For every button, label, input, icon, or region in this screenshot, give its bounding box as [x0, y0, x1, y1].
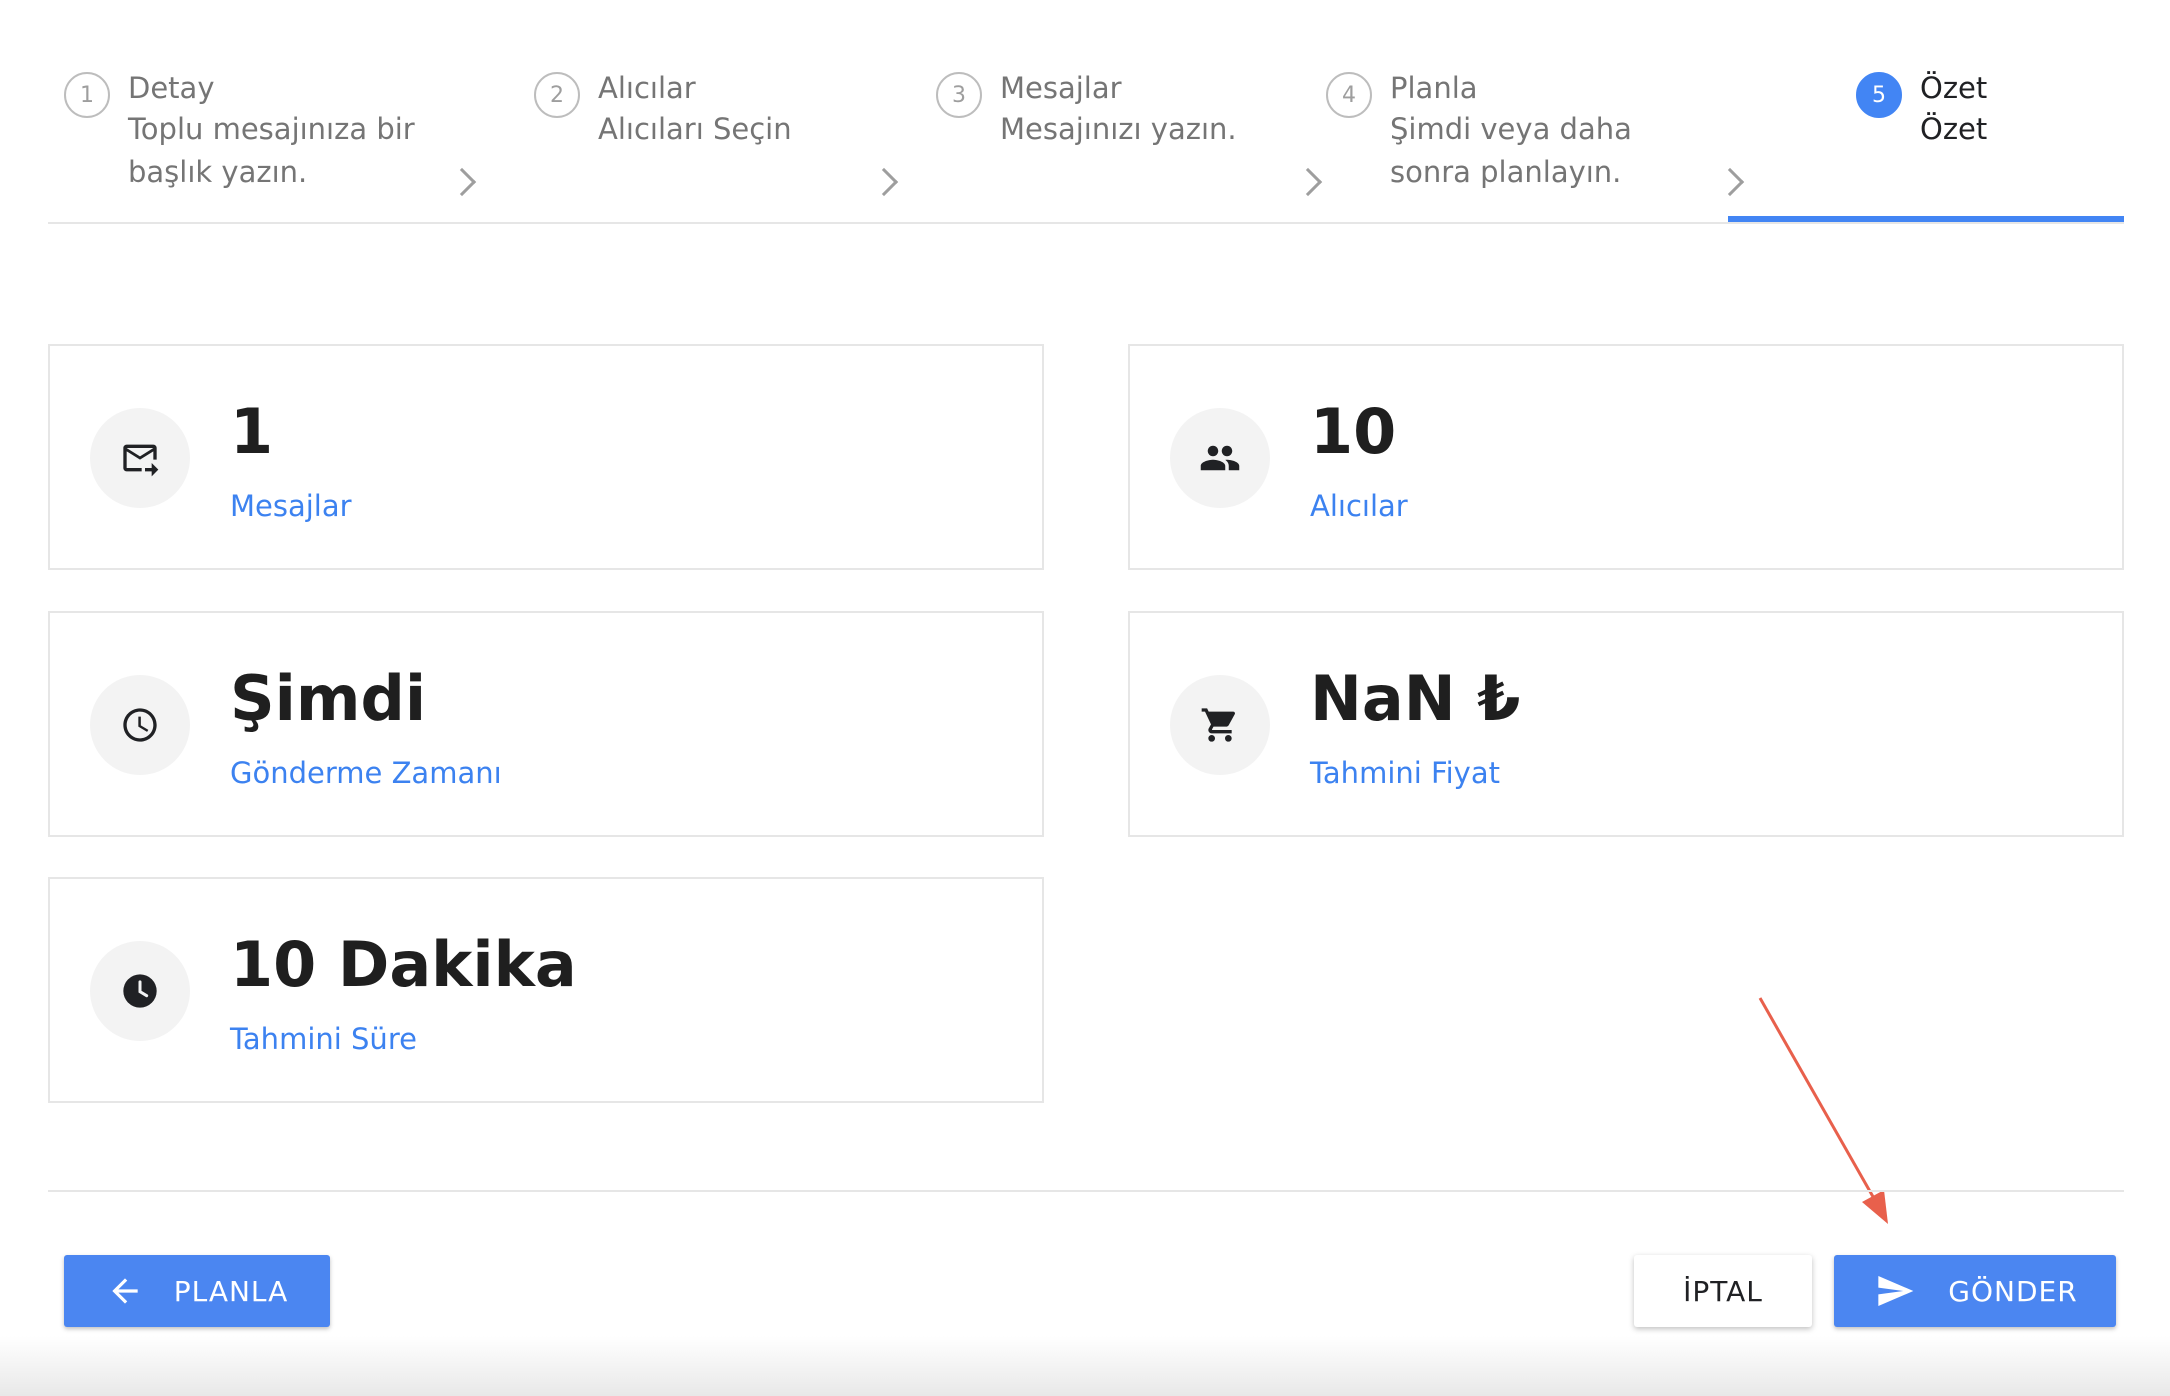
messages-count: 1	[230, 395, 274, 468]
people-icon	[1170, 408, 1270, 508]
estimated-duration-value: 10 Dakika	[230, 928, 577, 1001]
cancel-button[interactable]: İPTAL	[1634, 1255, 1812, 1327]
step-number: 5	[1856, 72, 1902, 118]
back-planla-button[interactable]: PLANLA	[64, 1255, 330, 1327]
step-title: Özet	[1920, 71, 1988, 105]
step-alicilar[interactable]: 2 Alıcılar Alıcıları Seçin	[534, 68, 792, 151]
bottom-edge-shadow	[0, 1336, 2170, 1396]
summary-card-estimated-price: NaN ₺ Tahmini Fiyat	[1128, 611, 2124, 837]
clock-outline-icon	[90, 675, 190, 775]
send-button[interactable]: GÖNDER	[1834, 1255, 2116, 1327]
step-detay[interactable]: 1 Detay Toplu mesajınıza bir başlık yazı…	[64, 68, 415, 194]
stepper: 1 Detay Toplu mesajınıza bir başlık yazı…	[48, 60, 2124, 224]
bulk-message-wizard: 1 Detay Toplu mesajınıza bir başlık yazı…	[0, 0, 2170, 1396]
step-number: 4	[1326, 72, 1372, 118]
send-button-label: GÖNDER	[1948, 1274, 2078, 1308]
step-title: Detay	[128, 71, 215, 105]
step-number: 1	[64, 72, 110, 118]
chevron-right-icon	[1715, 167, 1745, 197]
back-button-label: PLANLA	[173, 1274, 289, 1308]
cancel-button-label: İPTAL	[1683, 1274, 1763, 1308]
arrow-left-icon	[112, 1278, 138, 1304]
send-time-label: Gönderme Zamanı	[230, 756, 502, 790]
step-mesajlar[interactable]: 3 Mesajlar Mesajınızı yazın.	[936, 68, 1237, 151]
messages-label: Mesajlar	[230, 489, 352, 523]
step-title: Planla	[1390, 71, 1478, 105]
step-ozet[interactable]: 5 Özet Özet	[1856, 68, 1987, 151]
annotation-arrow	[1758, 997, 1888, 1224]
estimated-price-label: Tahmini Fiyat	[1310, 756, 1500, 790]
step-subtitle: Alıcıları Seçin	[598, 112, 792, 146]
step-subtitle: Özet	[1920, 112, 1988, 146]
shopping-cart-icon	[1170, 675, 1270, 775]
step-planla[interactable]: 4 Planla Şimdi veya daha sonra planlayın…	[1326, 68, 1632, 194]
estimated-duration-label: Tahmini Süre	[230, 1022, 417, 1056]
clock-filled-icon	[90, 941, 190, 1041]
step-title: Mesajlar	[1000, 71, 1122, 105]
step-number: 2	[534, 72, 580, 118]
step-subtitle: sonra planlayın.	[1390, 155, 1622, 189]
recipients-count: 10	[1310, 395, 1397, 468]
forward-to-inbox-icon	[90, 408, 190, 508]
summary-card-send-time: Şimdi Gönderme Zamanı	[48, 611, 1044, 837]
summary-card-recipients: 10 Alıcılar	[1128, 344, 2124, 570]
active-step-indicator	[1728, 216, 2124, 222]
step-number: 3	[936, 72, 982, 118]
step-subtitle: Toplu mesajınıza bir	[128, 112, 415, 146]
send-icon	[1878, 1276, 1914, 1306]
chevron-right-icon	[869, 167, 899, 197]
chevron-right-icon	[1293, 167, 1323, 197]
step-subtitle: başlık yazın.	[128, 155, 308, 189]
chevron-right-icon	[447, 167, 477, 197]
summary-card-messages: 1 Mesajlar	[48, 344, 1044, 570]
step-subtitle: Şimdi veya daha	[1390, 112, 1632, 146]
estimated-price-value: NaN ₺	[1310, 662, 1521, 735]
step-title: Alıcılar	[598, 71, 696, 105]
footer-divider	[48, 1190, 2124, 1192]
summary-card-estimated-duration: 10 Dakika Tahmini Süre	[48, 877, 1044, 1103]
send-time-value: Şimdi	[230, 662, 427, 735]
recipients-label: Alıcılar	[1310, 489, 1408, 523]
step-subtitle: Mesajınızı yazın.	[1000, 112, 1237, 146]
